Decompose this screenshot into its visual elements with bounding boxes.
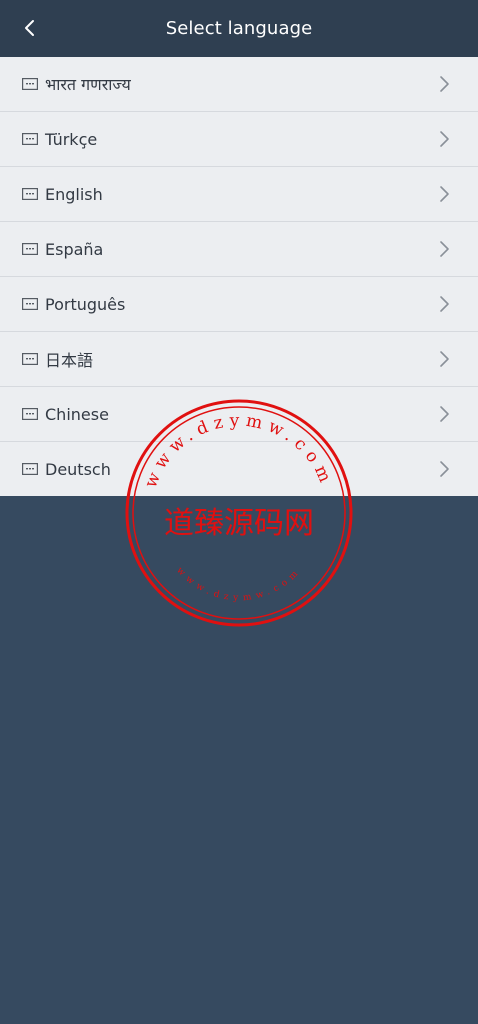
chevron-right-icon bbox=[440, 461, 449, 477]
language-label: English bbox=[45, 184, 103, 204]
language-label: Deutsch bbox=[45, 459, 111, 479]
watermark-bottom-text: www.dzymw.com bbox=[174, 566, 303, 604]
watermark-center-text: 道臻源码网 bbox=[164, 506, 314, 541]
chevron-right-icon bbox=[440, 186, 449, 202]
language-item-german[interactable]: Deutsch bbox=[0, 442, 478, 496]
language-label: 日本語 bbox=[45, 351, 94, 370]
language-list: भारत गणराज्य Türkçe English España Portu… bbox=[0, 57, 478, 496]
chevron-right-icon bbox=[440, 131, 449, 147]
language-label: भारत गणराज्य bbox=[45, 75, 131, 94]
language-item-spanish[interactable]: España bbox=[0, 222, 478, 277]
language-item-japanese[interactable]: 日本語 bbox=[0, 332, 478, 387]
chevron-right-icon bbox=[440, 241, 449, 257]
language-item-english[interactable]: English bbox=[0, 167, 478, 222]
app-header: Select language bbox=[0, 0, 478, 57]
keyboard-icon bbox=[22, 408, 38, 420]
language-label: Português bbox=[45, 294, 126, 314]
language-item-portuguese[interactable]: Português bbox=[0, 277, 478, 332]
keyboard-icon bbox=[22, 243, 38, 255]
keyboard-icon bbox=[22, 78, 38, 90]
language-item-hindi[interactable]: भारत गणराज्य bbox=[0, 57, 478, 112]
language-label: Türkçe bbox=[45, 129, 98, 149]
chevron-right-icon bbox=[440, 296, 449, 312]
chevron-right-icon bbox=[440, 76, 449, 92]
keyboard-icon bbox=[22, 188, 38, 200]
page-title: Select language bbox=[165, 18, 313, 39]
chevron-left-icon[interactable] bbox=[18, 16, 42, 40]
keyboard-icon bbox=[22, 298, 38, 310]
language-label: España bbox=[45, 239, 104, 259]
language-label: Chinese bbox=[45, 404, 109, 424]
keyboard-icon bbox=[22, 133, 38, 145]
language-item-chinese[interactable]: Chinese bbox=[0, 387, 478, 442]
chevron-right-icon bbox=[440, 406, 449, 422]
keyboard-icon bbox=[22, 353, 38, 365]
keyboard-icon bbox=[22, 463, 38, 475]
chevron-right-icon bbox=[440, 351, 449, 367]
language-item-turkish[interactable]: Türkçe bbox=[0, 112, 478, 167]
